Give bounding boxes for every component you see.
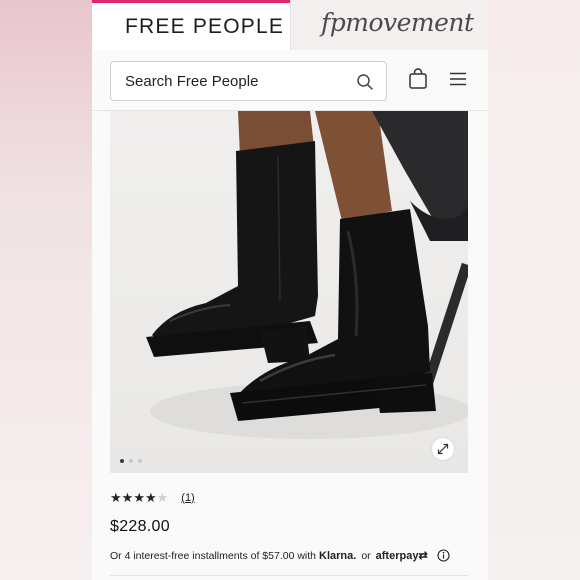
background-left (0, 0, 92, 580)
info-circle-icon[interactable] (437, 549, 450, 562)
gallery-dot[interactable] (120, 459, 124, 463)
tab-fp-movement[interactable]: fpmovement (290, 0, 488, 50)
star-empty-icon: ★ (156, 490, 169, 505)
star-filled-icon: ★ (144, 490, 157, 505)
review-count-link[interactable]: (1) (181, 492, 194, 504)
expand-arrows-icon (437, 443, 449, 455)
star-filled-icon: ★ (133, 490, 145, 505)
star-filled-icon: ★ (110, 490, 122, 505)
tab-free-people[interactable]: FREE PEOPLE (92, 0, 290, 50)
shopping-bag-icon[interactable] (408, 68, 428, 90)
star-filled-icon: ★ (121, 490, 134, 505)
gallery-dot[interactable] (129, 459, 133, 463)
product-price: $228.00 (110, 518, 170, 535)
search-bar[interactable] (110, 61, 387, 101)
background-right (488, 0, 580, 580)
gallery-pagination (120, 459, 142, 463)
product-image[interactable] (110, 111, 468, 473)
afterpay-logo[interactable]: afterpay⇄ (376, 549, 428, 562)
fp-movement-logo: fpmovement (321, 8, 474, 37)
tab-free-people-label: FREE PEOPLE (125, 15, 285, 38)
installments-or: or (361, 549, 371, 562)
boots-illustration (146, 111, 468, 439)
bottom-divider (110, 575, 468, 576)
star-rating[interactable]: ★ ★ ★ ★ ★ (1) (110, 491, 195, 504)
expand-image-button[interactable] (432, 438, 454, 460)
klarna-logo[interactable]: Klarna. (319, 550, 356, 562)
installments-info: Or 4 interest-free installments of $57.0… (110, 549, 450, 562)
phone-screen: FREE PEOPLE fpmovement Search Free Peopl… (92, 0, 488, 580)
gallery-dot[interactable] (138, 459, 142, 463)
search-icon[interactable] (356, 73, 374, 91)
search-input[interactable] (125, 62, 345, 100)
installments-text: Or 4 interest-free installments of $57.0… (110, 549, 317, 562)
hamburger-menu-icon[interactable] (450, 72, 466, 86)
